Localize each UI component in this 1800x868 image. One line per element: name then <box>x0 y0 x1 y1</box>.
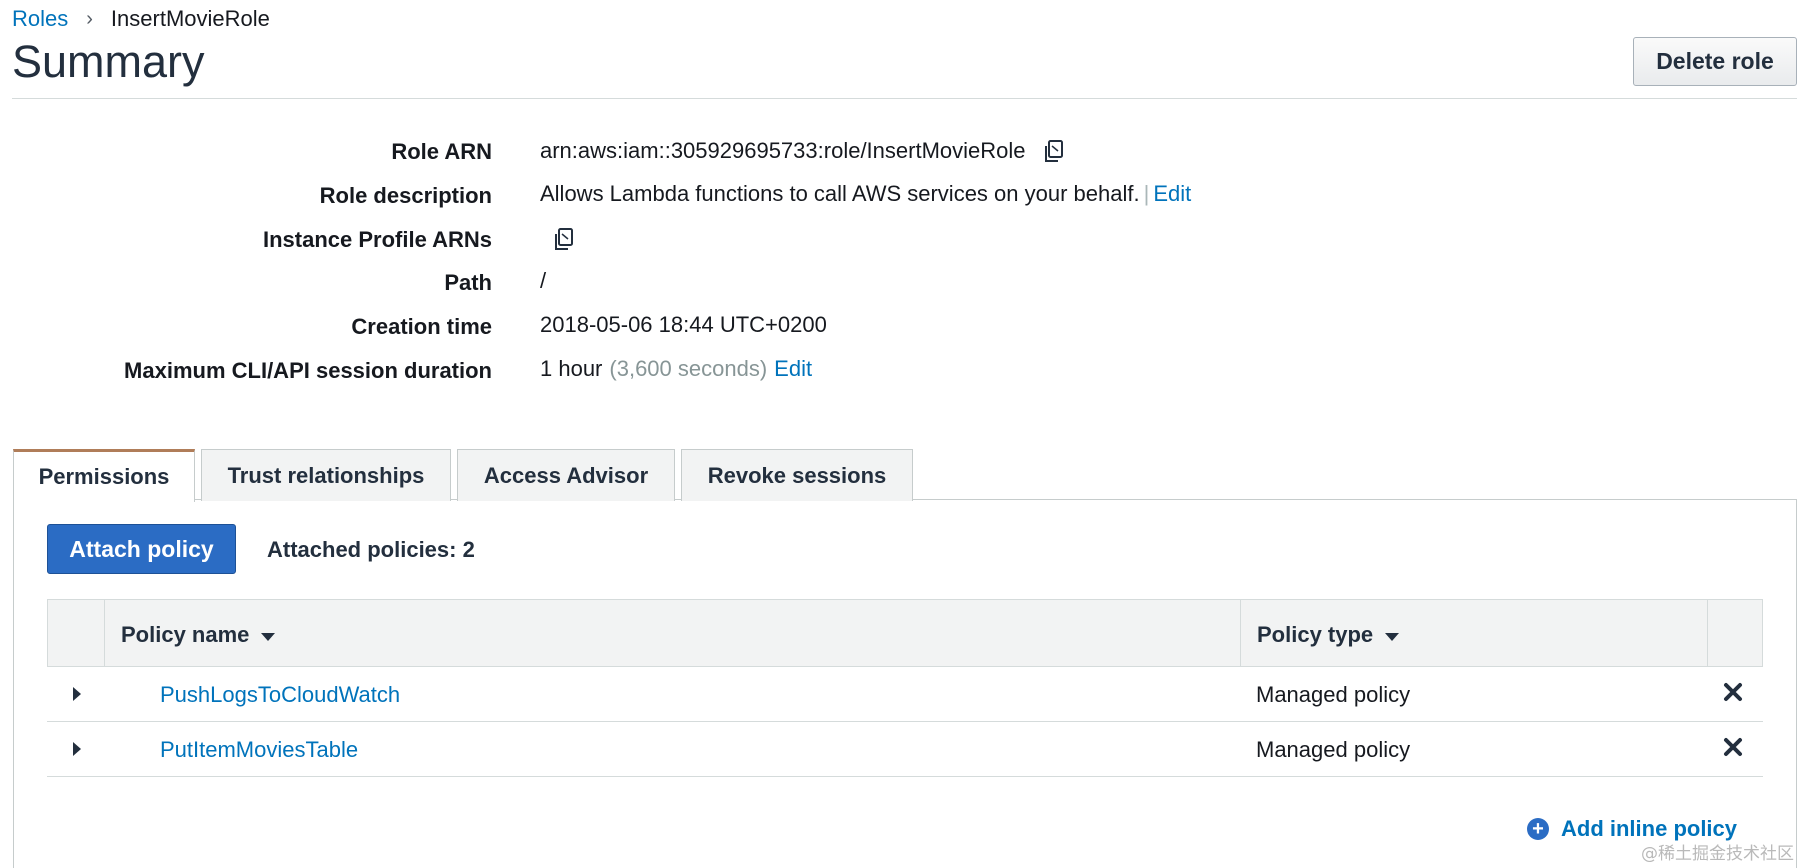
policy-type-cell: Managed policy <box>1256 737 1411 762</box>
delete-role-button[interactable]: Delete role <box>1633 37 1797 86</box>
role-description-value-wrap: Allows Lambda functions to call AWS serv… <box>540 181 1191 207</box>
column-divider <box>1707 600 1708 666</box>
policy-name-link[interactable]: PutItemMoviesTable <box>160 737 358 763</box>
separator-pipe: | <box>1143 181 1150 206</box>
summary-row-role-arn: Role ARN arn:aws:iam::305929695733:role/… <box>0 131 1800 171</box>
breadcrumb-current: InsertMovieRole <box>110 6 270 31</box>
tab-revoke-sessions[interactable]: Revoke sessions <box>681 449 913 501</box>
session-duration-value: 1 hour <box>540 356 603 381</box>
copy-icon[interactable] <box>1040 137 1068 165</box>
policy-name-link[interactable]: PushLogsToCloudWatch <box>160 682 400 708</box>
tab-bar: Permissions Trust relationships Access A… <box>13 449 919 502</box>
instance-profile-label: Instance Profile ARNs <box>262 227 492 252</box>
tab-access-advisor[interactable]: Access Advisor <box>457 449 675 501</box>
column-header-policy-type[interactable]: Policy type <box>1257 622 1400 648</box>
role-description-label: Role description <box>319 183 492 208</box>
table-row: PushLogsToCloudWatch Managed policy <box>47 667 1763 722</box>
table-row: PutItemMoviesTable Managed policy <box>47 722 1763 777</box>
caret-down-icon <box>261 632 276 641</box>
close-icon[interactable] <box>1722 681 1744 703</box>
summary-row-instance-profile: Instance Profile ARNs <box>0 219 1800 259</box>
title-divider <box>12 98 1797 99</box>
chevron-right-icon: › <box>86 7 93 30</box>
column-header-policy-name-label: Policy name <box>121 622 250 647</box>
caret-down-icon <box>1385 632 1400 641</box>
breadcrumb: Roles › InsertMovieRole <box>12 6 270 32</box>
policy-table: Policy name Policy type PushLogsToCloudW… <box>47 599 1763 777</box>
close-icon[interactable] <box>1722 736 1744 758</box>
creation-time-label: Creation time <box>351 314 492 339</box>
breadcrumb-roles-link[interactable]: Roles <box>12 6 68 32</box>
summary-row-creation-time: Creation time 2018-05-06 18:44 UTC+0200 <box>0 306 1800 346</box>
column-header-policy-name[interactable]: Policy name <box>121 622 276 648</box>
path-value: / <box>540 268 547 293</box>
watermark: @稀土掘金技术社区 <box>1641 844 1794 864</box>
summary-row-path: Path / <box>0 262 1800 302</box>
attached-policies-count: Attached policies: 2 <box>267 537 475 562</box>
creation-time-value: 2018-05-06 18:44 UTC+0200 <box>540 312 827 337</box>
column-divider <box>1240 600 1241 666</box>
role-arn-value: arn:aws:iam::305929695733:role/InsertMov… <box>540 138 1026 163</box>
session-duration-label: Maximum CLI/API session duration <box>124 358 492 383</box>
session-duration-seconds: (3,600 seconds) <box>609 356 768 381</box>
role-description-value: Allows Lambda functions to call AWS serv… <box>540 181 1140 206</box>
policy-type-cell: Managed policy <box>1256 682 1411 707</box>
instance-profile-value-wrap <box>540 225 578 253</box>
session-duration-value-wrap: 1 hour (3,600 seconds) Edit <box>540 356 812 382</box>
table-header: Policy name Policy type <box>47 599 1763 667</box>
copy-icon[interactable] <box>550 225 578 253</box>
role-arn-value-wrap: arn:aws:iam::305929695733:role/InsertMov… <box>540 137 1068 165</box>
caret-right-icon[interactable] <box>73 687 81 701</box>
attach-policy-button[interactable]: Attach policy <box>47 524 236 574</box>
summary-row-role-description: Role description Allows Lambda functions… <box>0 175 1800 215</box>
caret-right-icon[interactable] <box>73 742 81 756</box>
expander-column-header <box>48 600 105 666</box>
summary-row-session-duration: Maximum CLI/API session duration 1 hour … <box>0 350 1800 390</box>
tab-permissions[interactable]: Permissions <box>13 449 195 502</box>
page-title: Summary <box>12 36 205 87</box>
session-duration-edit-link[interactable]: Edit <box>774 356 812 382</box>
role-arn-label: Role ARN <box>391 139 492 164</box>
column-header-policy-type-label: Policy type <box>1257 622 1374 647</box>
role-description-edit-link[interactable]: Edit <box>1153 181 1191 207</box>
plus-circle-icon: + <box>1527 818 1549 840</box>
path-label: Path <box>444 270 492 295</box>
tab-trust-relationships[interactable]: Trust relationships <box>201 449 451 501</box>
